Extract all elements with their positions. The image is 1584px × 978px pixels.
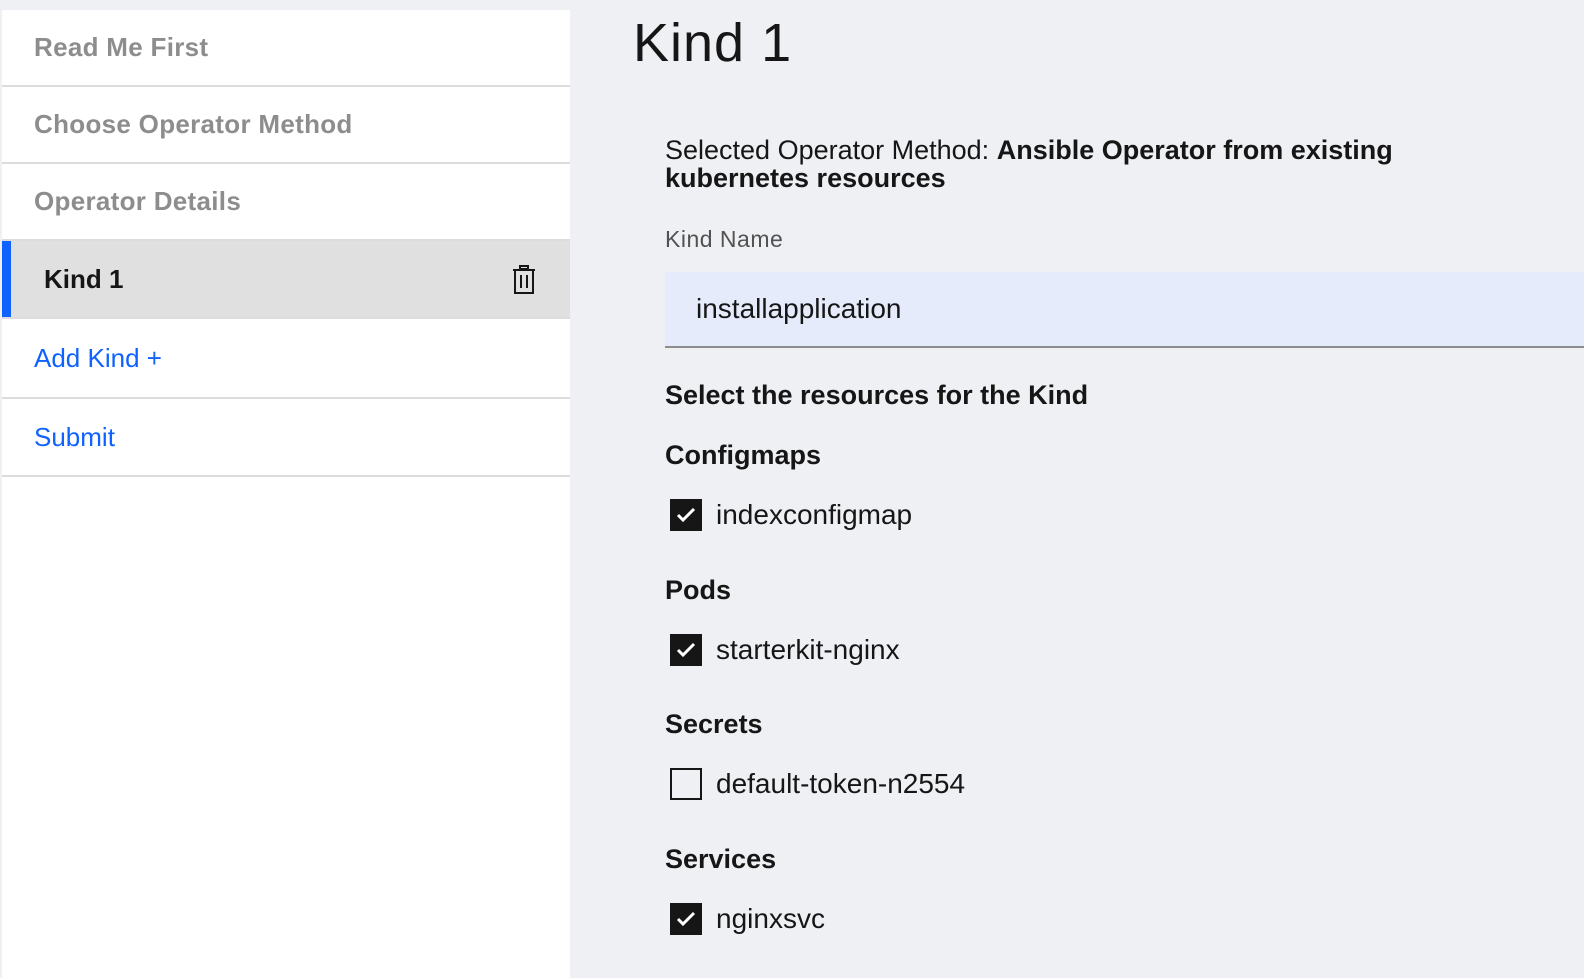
checkbox[interactable]: [670, 634, 702, 666]
group-title: Pods: [665, 575, 732, 605]
resource-group-secrets: Secrets default-token-n2554: [665, 707, 1365, 801]
kind-name-label: Kind Name: [665, 226, 784, 252]
resource-group-configmaps: Configmaps indexconfigmap: [665, 438, 1365, 532]
add-kind-link[interactable]: Add Kind +: [2, 319, 570, 399]
resource-checkbox-option[interactable]: default-token-n2554: [665, 767, 1365, 801]
sidebar-item-label: Read Me First: [34, 32, 209, 62]
resource-label: default-token-n2554: [716, 768, 966, 799]
sidebar: Read Me First Choose Operator Method Ope…: [2, 10, 570, 978]
submit-label: Submit: [34, 421, 115, 452]
resource-group-pods: Pods starterkit-nginx: [665, 573, 1365, 667]
main-panel: Kind 1 Selected Operator Method: Ansible…: [570, 0, 1584, 978]
sidebar-item-label: Operator Details: [34, 186, 242, 216]
resource-checkbox-option[interactable]: indexconfigmap: [665, 498, 1365, 532]
resources-heading: Select the resources for the Kind: [665, 380, 1089, 410]
selected-operator-method: Selected Operator Method: Ansible Operat…: [665, 136, 1445, 192]
submit-link[interactable]: Submit: [2, 399, 570, 477]
checkbox[interactable]: [670, 903, 702, 935]
add-kind-label: Add Kind +: [34, 342, 162, 373]
group-title: Secrets: [665, 709, 763, 739]
resource-label: starterkit-nginx: [716, 634, 900, 665]
sidebar-item-choose-operator-method[interactable]: Choose Operator Method: [2, 87, 570, 164]
page-title: Kind 1: [633, 13, 793, 73]
resource-label: indexconfigmap: [716, 499, 913, 530]
checkbox[interactable]: [670, 499, 702, 531]
sidebar-item-operator-details[interactable]: Operator Details: [2, 164, 570, 241]
trash-icon[interactable]: [512, 265, 536, 295]
kind-name-input[interactable]: [665, 272, 1584, 348]
sidebar-item-kind-1[interactable]: Kind 1: [2, 241, 570, 319]
group-title: Configmaps: [665, 440, 822, 470]
resource-label: nginxsvc: [716, 903, 825, 934]
checkbox[interactable]: [670, 768, 702, 800]
resource-checkbox-option[interactable]: nginxsvc: [665, 902, 1365, 936]
resource-group-services: Services nginxsvc: [665, 842, 1365, 936]
method-prefix: Selected Operator Method:: [665, 135, 990, 165]
sidebar-item-label: Kind 1: [44, 263, 124, 294]
sidebar-item-label: Choose Operator Method: [34, 109, 353, 139]
group-title: Services: [665, 844, 777, 874]
sidebar-item-read-me-first[interactable]: Read Me First: [2, 10, 570, 87]
resource-checkbox-option[interactable]: starterkit-nginx: [665, 633, 1365, 667]
